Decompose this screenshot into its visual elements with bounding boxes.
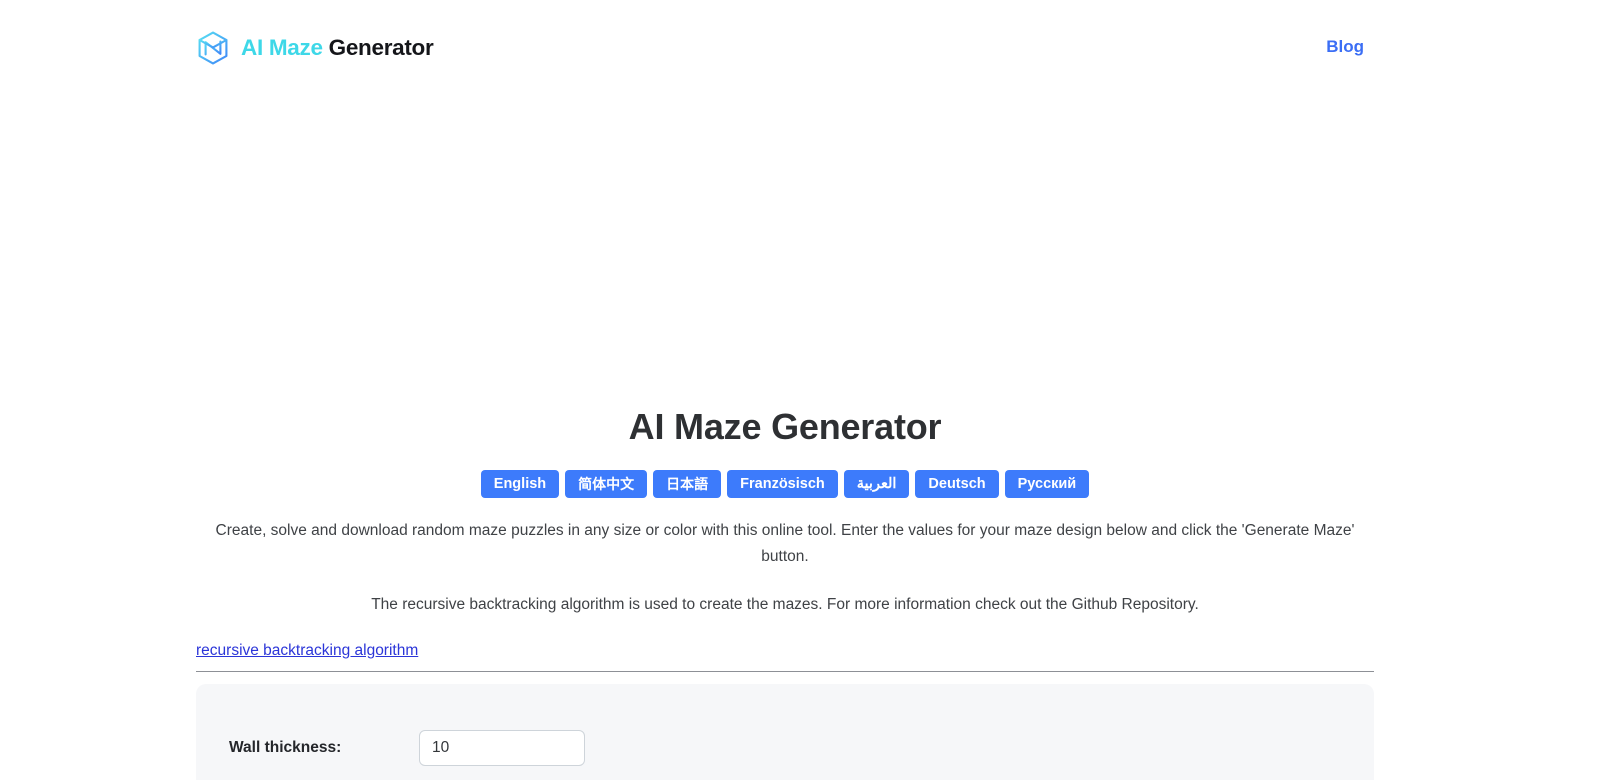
page-root: AI Maze Generator Blog AI Maze Generator…: [0, 0, 1600, 780]
language-selector: English 简体中文 日本語 Französisch العربية Deu…: [196, 470, 1374, 498]
brand-logo-link[interactable]: AI Maze Generator: [196, 30, 434, 66]
brand-primary-text: AI Maze: [241, 34, 323, 60]
isometric-cube-logo-icon: [196, 30, 230, 66]
nav-blog-link[interactable]: Blog: [1326, 38, 1364, 55]
section-divider: [196, 670, 1374, 672]
language-button-ja[interactable]: 日本語: [653, 470, 722, 498]
wall-thickness-input[interactable]: [419, 729, 585, 766]
brand-text: AI Maze Generator: [241, 34, 434, 60]
site-header: AI Maze Generator Blog: [0, 0, 1600, 96]
maze-settings-panel: Wall thickness:: [196, 683, 1374, 780]
recursive-backtracking-algorithm-link[interactable]: recursive backtracking algorithm: [196, 640, 418, 662]
wall-thickness-row: Wall thickness:: [196, 729, 1374, 766]
wall-thickness-label: Wall thickness:: [229, 739, 342, 757]
language-button-ar[interactable]: العربية: [843, 470, 910, 498]
language-button-fr[interactable]: Französisch: [727, 470, 838, 498]
page-title: AI Maze Generator: [628, 406, 942, 447]
brand-secondary-text: Generator: [328, 34, 434, 60]
intro-paragraph: Create, solve and download random maze p…: [215, 522, 1355, 566]
language-button-zh[interactable]: 简体中文: [565, 470, 648, 498]
main-content: AI Maze Generator English 简体中文 日本語 Franz…: [196, 386, 1374, 780]
language-button-ru[interactable]: Русский: [1004, 470, 1090, 498]
advertisement-slot: [196, 96, 1374, 386]
algorithm-paragraph: The recursive backtracking algorithm is …: [371, 596, 1199, 614]
language-button-de[interactable]: Deutsch: [915, 470, 999, 498]
language-button-en[interactable]: English: [480, 470, 560, 498]
